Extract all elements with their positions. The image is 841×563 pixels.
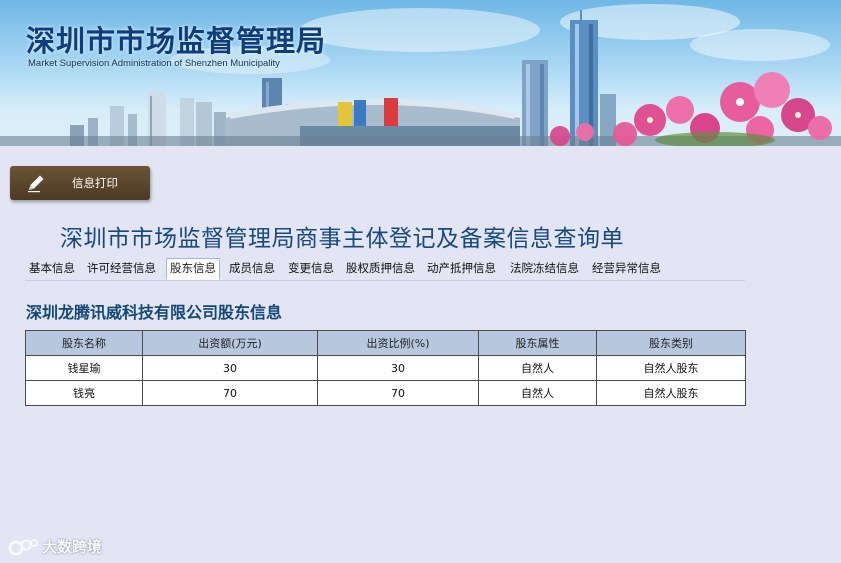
tab-court-freeze-info[interactable]: 法院冻结信息 <box>510 260 579 276</box>
cell-shareholder-category: 自然人股东 <box>596 380 746 406</box>
column-header-shareholder-category: 股东类别 <box>596 330 746 356</box>
column-header-shareholder-name: 股东名称 <box>25 330 143 356</box>
page-title: 深圳市市场监督管理局商事主体登记及备案信息查询单 <box>60 226 624 252</box>
tab-basic-info[interactable]: 基本信息 <box>29 260 75 276</box>
table-row: 钱星瑜 30 30 自然人 自然人股东 <box>25 355 746 381</box>
shareholders-table: 股东名称 出资额(万元) 出资比例(%) 股东属性 股东类别 钱星瑜 30 30… <box>25 330 746 406</box>
cell-shareholder-category: 自然人股东 <box>596 355 746 381</box>
watermark-logo-icon <box>8 538 38 555</box>
table-header-row: 股东名称 出资额(万元) 出资比例(%) 股东属性 股东类别 <box>25 330 746 356</box>
column-header-contribution-amount: 出资额(万元) <box>142 330 318 356</box>
site-title: 深圳市市场监督管理局 <box>26 24 327 58</box>
cell-contribution-ratio: 30 <box>317 355 479 381</box>
watermark-text: 大数跨境 <box>42 538 103 556</box>
cell-contribution-amount: 70 <box>142 380 318 406</box>
header-banner: 深圳市市场监督管理局 Market Supervision Administra… <box>0 0 841 146</box>
pencil-icon <box>28 175 44 193</box>
column-header-contribution-ratio: 出资比例(%) <box>317 330 479 356</box>
cell-contribution-ratio: 70 <box>317 380 479 406</box>
cell-contribution-amount: 30 <box>142 355 318 381</box>
tab-member-info[interactable]: 成员信息 <box>229 260 275 276</box>
print-button-label: 信息打印 <box>72 176 118 190</box>
watermark: 大数跨境 <box>8 536 102 557</box>
column-header-shareholder-attribute: 股东属性 <box>478 330 597 356</box>
info-tabs: 基本信息 许可经营信息 股东信息 成员信息 变更信息 股权质押信息 动产抵押信息… <box>25 258 745 281</box>
cell-shareholder-name: 钱星瑜 <box>25 355 143 381</box>
cell-shareholder-attribute: 自然人 <box>478 380 597 406</box>
tab-equity-pledge-info[interactable]: 股权质押信息 <box>346 260 415 276</box>
cell-shareholder-attribute: 自然人 <box>478 355 597 381</box>
tab-shareholder-info[interactable]: 股东信息 <box>166 258 220 280</box>
tab-chattel-mortgage-info[interactable]: 动产抵押信息 <box>427 260 496 276</box>
site-subtitle: Market Supervision Administration of She… <box>28 58 280 69</box>
tab-abnormal-operation-info[interactable]: 经营异常信息 <box>592 260 661 276</box>
cell-shareholder-name: 钱亮 <box>25 380 143 406</box>
section-title: 深圳龙腾讯威科技有限公司股东信息 <box>26 303 283 322</box>
print-button[interactable]: 信息打印 <box>10 166 150 200</box>
tab-change-info[interactable]: 变更信息 <box>288 260 334 276</box>
table-row: 钱亮 70 70 自然人 自然人股东 <box>25 380 746 406</box>
tab-license-info[interactable]: 许可经营信息 <box>87 260 156 276</box>
